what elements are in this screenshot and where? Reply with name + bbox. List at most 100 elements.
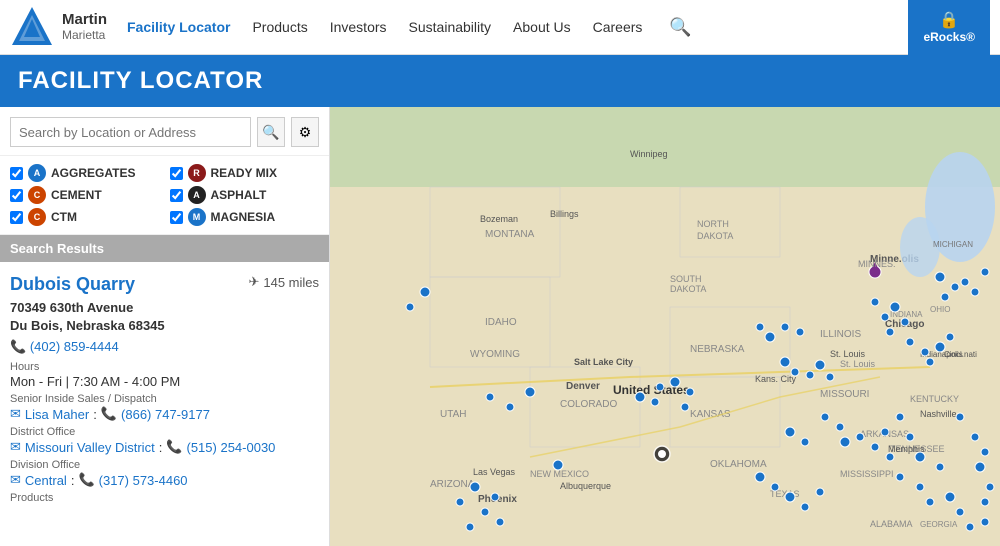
logo-icon — [10, 5, 54, 49]
svg-text:ARIZONA: ARIZONA — [430, 479, 475, 490]
svg-text:NORTH: NORTH — [697, 219, 729, 229]
filter-ctm-checkbox[interactable] — [10, 211, 23, 224]
result-title-row: Dubois Quarry ✈ 145 miles — [10, 274, 319, 295]
asphalt-icon: A — [188, 186, 206, 204]
svg-text:Bozeman: Bozeman — [480, 214, 518, 224]
map-svg: MONTANA NORTH DAKOTA SOUTH DAKOTA IDAHO … — [330, 107, 1000, 546]
result-phone[interactable]: 📞 (402) 859-4444 — [10, 339, 319, 355]
svg-text:MISSISSIPPI: MISSISSIPPI — [840, 469, 894, 479]
filter-aggregates[interactable]: A AGGREGATES — [10, 164, 160, 182]
svg-text:COLORADO: COLORADO — [560, 399, 617, 410]
division-phone-icon: 📞 — [78, 472, 94, 488]
district-envelope-icon: ✉ — [10, 439, 21, 455]
svg-text:GEORGIA: GEORGIA — [920, 520, 958, 529]
svg-text:ILLINOIS: ILLINOIS — [820, 329, 861, 340]
svg-text:Nashville: Nashville — [920, 409, 957, 419]
result-hours: Hours Mon - Fri | 7:30 AM - 4:00 PM — [10, 361, 319, 389]
ctm-icon: C — [28, 208, 46, 226]
svg-text:SOUTH: SOUTH — [670, 274, 702, 284]
search-input[interactable] — [10, 117, 251, 147]
svg-text:Las Vegas: Las Vegas — [473, 467, 516, 477]
sidebar: 🔍 ⚙ A AGGREGATES R READY MIX C CEMENT — [0, 107, 330, 546]
svg-text:IDAHO: IDAHO — [485, 317, 517, 328]
main-content: 🔍 ⚙ A AGGREGATES R READY MIX C CEMENT — [0, 107, 1000, 546]
svg-text:MONTANA: MONTANA — [485, 229, 535, 240]
logo-text: Martin Marietta — [62, 12, 107, 42]
search-button[interactable]: 🔍 — [257, 117, 285, 147]
result-district-office: District Office ✉ Missouri Valley Distri… — [10, 426, 319, 455]
search-results-header: Search Results — [0, 235, 329, 262]
svg-text:Kans. City: Kans. City — [755, 374, 797, 384]
nav-about-us[interactable]: About Us — [513, 19, 571, 35]
map-area[interactable]: MONTANA NORTH DAKOTA SOUTH DAKOTA IDAHO … — [330, 107, 1000, 546]
svg-text:Cinci.nati: Cinci.nati — [944, 350, 977, 359]
svg-text:Billings: Billings — [550, 209, 579, 219]
svg-text:St. Louis: St. Louis — [830, 349, 866, 359]
filter-ready-mix-checkbox[interactable] — [170, 167, 183, 180]
nav-products[interactable]: Products — [252, 19, 307, 35]
svg-text:MICHIGAN: MICHIGAN — [933, 240, 973, 249]
result-distance: ✈ 145 miles — [248, 274, 319, 290]
svg-text:MINNES.: MINNES. — [858, 259, 896, 269]
svg-text:DAKOTA: DAKOTA — [697, 231, 733, 241]
result-senior-sales: Senior Inside Sales / Dispatch ✉ Lisa Ma… — [10, 393, 319, 422]
aggregates-icon: A — [28, 164, 46, 182]
division-contact-link[interactable]: ✉ Central : 📞 (317) 573-4460 — [10, 472, 319, 488]
svg-text:Albuquerque: Albuquerque — [560, 481, 611, 491]
nav-sustainability[interactable]: Sustainability — [409, 19, 492, 35]
svg-text:Denver: Denver — [566, 381, 600, 392]
svg-text:Salt Lake City: Salt Lake City — [574, 357, 633, 367]
settings-button[interactable]: ⚙ — [291, 117, 319, 147]
svg-text:Winnipeg: Winnipeg — [630, 149, 668, 159]
svg-text:UTAH: UTAH — [440, 409, 466, 420]
ready-mix-icon: R — [188, 164, 206, 182]
filter-magnesia[interactable]: M MAGNESIA — [170, 208, 320, 226]
main-nav: Facility Locator Products Investors Sust… — [127, 17, 898, 38]
nav-facility-locator[interactable]: Facility Locator — [127, 19, 230, 35]
svg-text:OKLAHOMA: OKLAHOMA — [710, 459, 767, 470]
filter-asphalt[interactable]: A ASPHALT — [170, 186, 320, 204]
svg-text:ALABAMA: ALABAMA — [870, 519, 913, 529]
result-products: Products — [10, 492, 319, 504]
svg-text:NEW MEXICO: NEW MEXICO — [530, 469, 589, 479]
senior-phone-icon: 📞 — [101, 406, 117, 422]
distance-icon: ✈ — [248, 274, 259, 290]
filter-asphalt-checkbox[interactable] — [170, 189, 183, 202]
senior-contact-link[interactable]: ✉ Lisa Maher : 📞 (866) 747-9177 — [10, 406, 319, 422]
filter-ready-mix[interactable]: R READY MIX — [170, 164, 320, 182]
filter-aggregates-checkbox[interactable] — [10, 167, 23, 180]
district-contact-link[interactable]: ✉ Missouri Valley District : 📞 (515) 254… — [10, 439, 319, 455]
result-address: 70349 630th Avenue Du Bois, Nebraska 683… — [10, 299, 319, 335]
filter-cement-checkbox[interactable] — [10, 189, 23, 202]
filter-magnesia-checkbox[interactable] — [170, 211, 183, 224]
division-envelope-icon: ✉ — [10, 472, 21, 488]
result-content: Dubois Quarry ✈ 145 miles 70349 630th Av… — [0, 262, 329, 546]
nav-investors[interactable]: Investors — [330, 19, 387, 35]
lock-icon: 🔒 — [939, 10, 959, 30]
phone-icon: 📞 — [10, 339, 26, 354]
result-name[interactable]: Dubois Quarry — [10, 274, 135, 295]
svg-text:DAKOTA: DAKOTA — [670, 284, 706, 294]
header: Martin Marietta Facility Locator Product… — [0, 0, 1000, 55]
page-title: FACILITY LOCATOR — [18, 67, 263, 95]
search-icon[interactable]: 🔍 — [669, 17, 691, 38]
svg-text:WYOMING: WYOMING — [470, 349, 520, 360]
envelope-icon: ✉ — [10, 406, 21, 422]
svg-text:NEBRASKA: NEBRASKA — [690, 344, 745, 355]
logo-area[interactable]: Martin Marietta — [10, 5, 107, 49]
cement-icon: C — [28, 186, 46, 204]
nav-careers[interactable]: Careers — [593, 19, 643, 35]
svg-text:OHIO: OHIO — [930, 305, 950, 314]
erocks-button[interactable]: 🔒 eRocks® — [908, 0, 990, 55]
svg-text:St. Louis: St. Louis — [840, 359, 876, 369]
result-division-office: Division Office ✉ Central : 📞 (317) 573-… — [10, 459, 319, 488]
page-title-bar: FACILITY LOCATOR — [0, 55, 1000, 107]
district-phone-icon: 📞 — [166, 439, 182, 455]
magnesia-icon: M — [188, 208, 206, 226]
filter-cement[interactable]: C CEMENT — [10, 186, 160, 204]
svg-text:KENTUCKY: KENTUCKY — [910, 394, 959, 404]
svg-text:MISSOURI: MISSOURI — [820, 389, 869, 400]
filters: A AGGREGATES R READY MIX C CEMENT A ASPH… — [0, 156, 329, 235]
filter-ctm[interactable]: C CTM — [10, 208, 160, 226]
search-bar: 🔍 ⚙ — [0, 107, 329, 156]
